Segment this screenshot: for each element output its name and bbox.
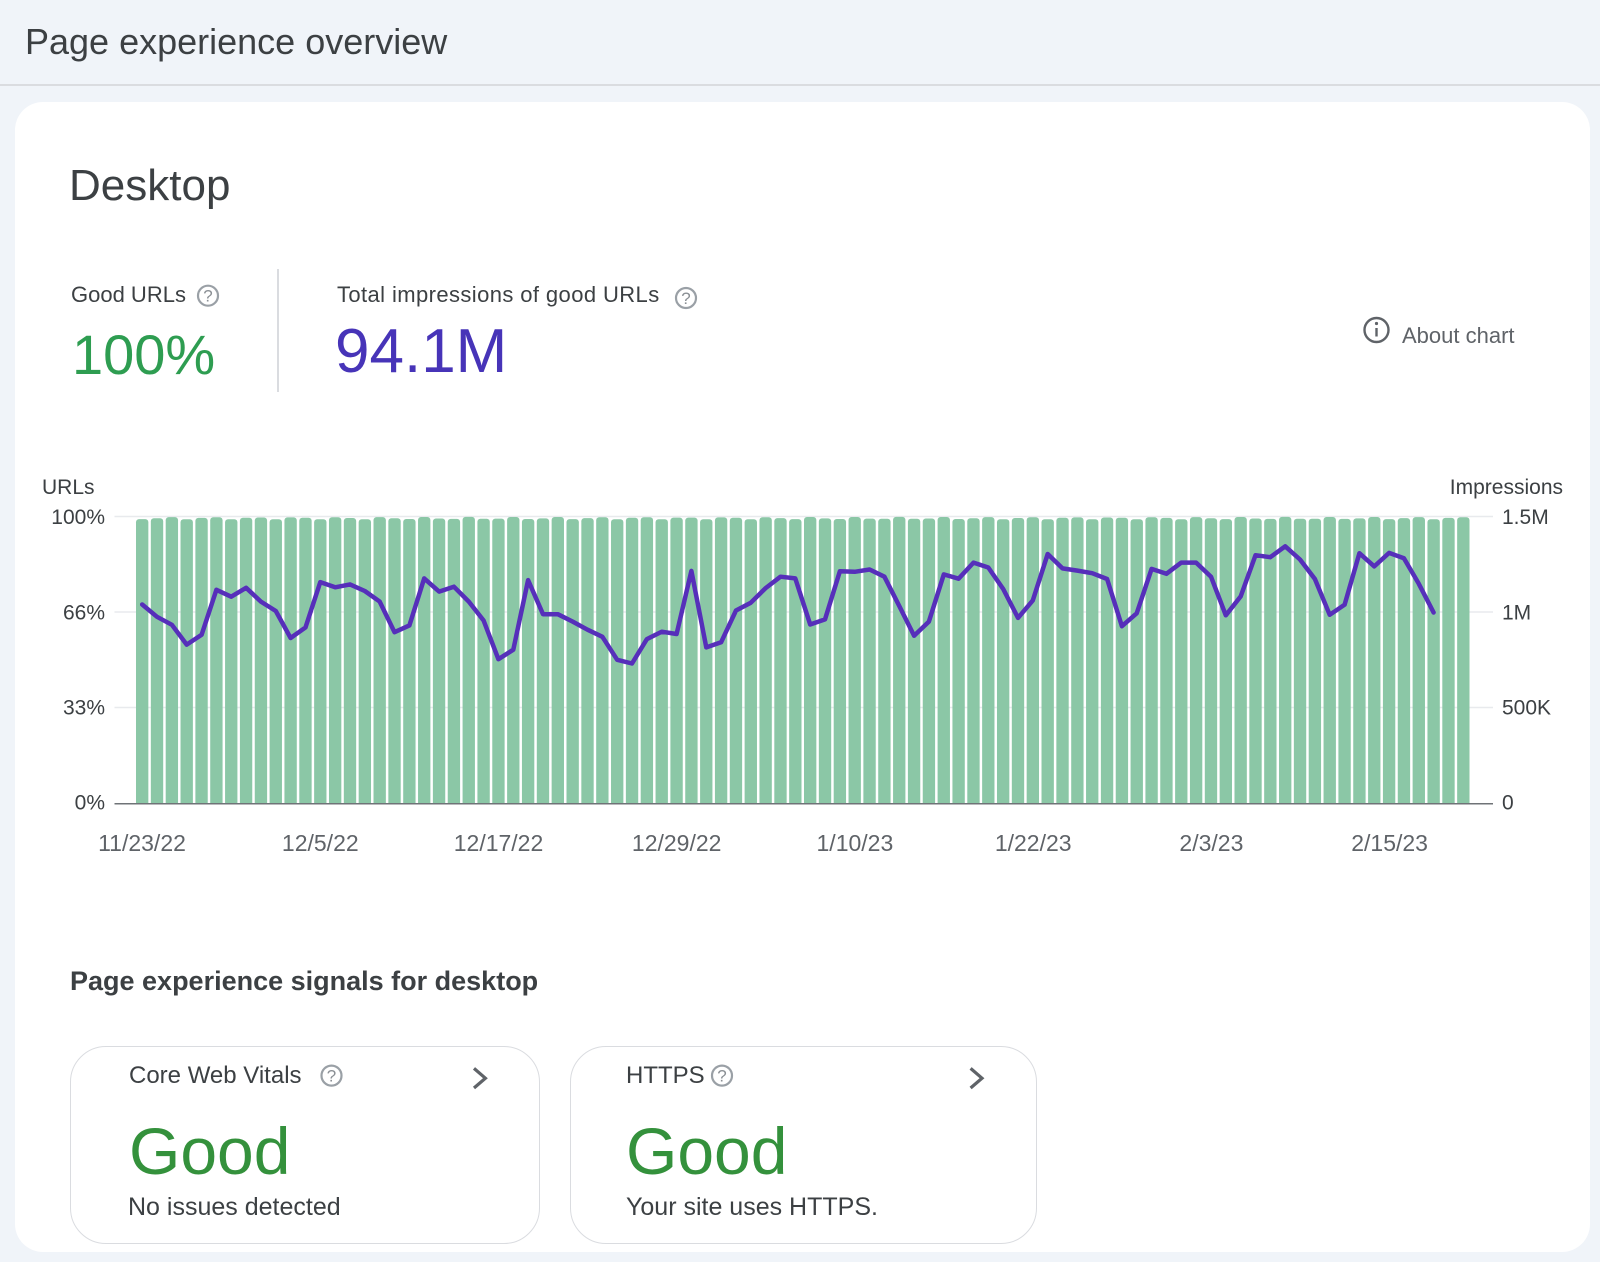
svg-text:100%: 100% (51, 506, 105, 529)
svg-text:33%: 33% (63, 697, 105, 720)
svg-text:2/3/23: 2/3/23 (1179, 830, 1243, 856)
svg-text:12/29/22: 12/29/22 (632, 830, 722, 856)
svg-text:500K: 500K (1502, 697, 1551, 720)
svg-text:Impressions: Impressions (1450, 476, 1563, 499)
svg-text:12/17/22: 12/17/22 (454, 830, 544, 856)
svg-text:?: ? (717, 1067, 726, 1086)
svg-text:66%: 66% (63, 602, 105, 625)
svg-text:11/23/22: 11/23/22 (98, 830, 186, 856)
svg-text:?: ? (327, 1067, 336, 1086)
svg-text:0%: 0% (75, 792, 105, 815)
svg-text:URLs: URLs (42, 476, 95, 499)
svg-text:?: ? (203, 287, 212, 306)
svg-text:?: ? (681, 289, 690, 308)
svg-text:1/22/23: 1/22/23 (995, 830, 1072, 856)
svg-text:12/5/22: 12/5/22 (282, 830, 359, 856)
svg-text:0: 0 (1502, 792, 1514, 815)
svg-text:1M: 1M (1502, 602, 1531, 625)
svg-text:1.5M: 1.5M (1502, 506, 1549, 529)
svg-text:2/15/23: 2/15/23 (1351, 830, 1428, 856)
svg-text:1/10/23: 1/10/23 (817, 830, 894, 856)
